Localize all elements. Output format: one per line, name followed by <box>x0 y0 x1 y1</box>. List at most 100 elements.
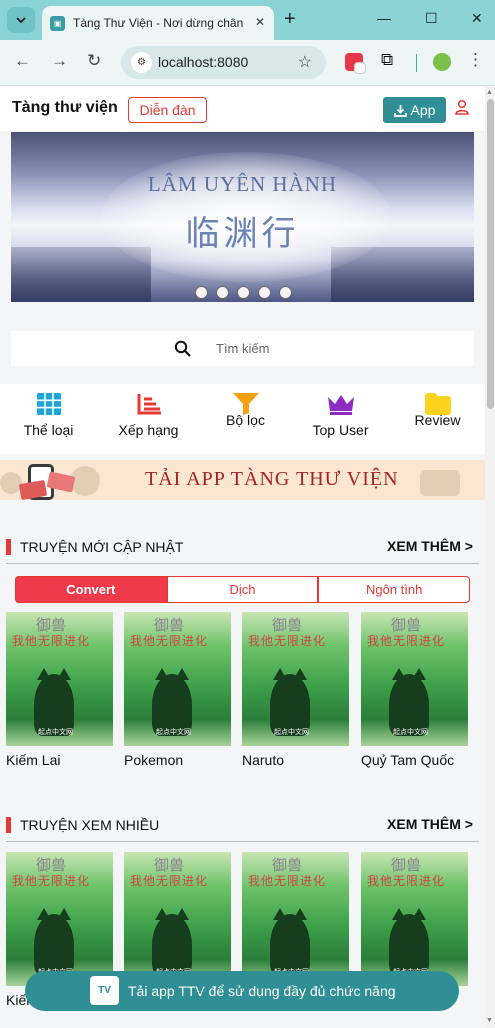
banner-pagination <box>195 286 292 299</box>
grid-icon <box>36 393 61 415</box>
banner-dot[interactable] <box>237 286 250 299</box>
app-promo-banner[interactable]: TẢI APP TÀNG THƯ VIỆN <box>0 460 485 500</box>
extensions-puzzle-icon[interactable]: ⧉ <box>381 50 399 69</box>
tab-translated[interactable]: Dịch <box>166 576 319 603</box>
favicon-icon: ▣ <box>50 15 65 31</box>
promo-decoration <box>420 470 460 496</box>
forum-button[interactable]: Diễn đàn <box>128 97 207 123</box>
see-more-link[interactable]: XEM THÊM > <box>387 538 473 554</box>
book-cover[interactable]: 御兽 我他无限进化 起点中文网 <box>124 612 231 746</box>
address-url: localhost:8080 <box>158 54 249 70</box>
tab-convert[interactable]: Convert <box>15 576 167 603</box>
scroll-thumb[interactable] <box>487 99 494 409</box>
banner-title: LÂM UYÊN HÀNH <box>147 172 338 196</box>
section-header-most-viewed: TRUYỆN XEM NHIỀU XEM THÊM > <box>6 808 479 842</box>
extension-badge-icon <box>354 62 366 74</box>
search-bar <box>11 331 474 366</box>
book-cover[interactable]: 御兽 我他无限进化 起点中文网 <box>6 852 113 986</box>
quicknav-item-review[interactable]: Review <box>389 384 485 454</box>
tab-title: Tàng Thư Viện - Nơi dừng chân <box>73 16 244 30</box>
search-icon[interactable] <box>174 340 191 357</box>
browser-tab[interactable]: ▣ Tàng Thư Viện - Nơi dừng chân ✕ <box>42 6 274 40</box>
crown-icon <box>327 395 354 415</box>
book-card[interactable]: 御兽 我他无限进化 起点中文网 Quỷ Tam Quốc <box>361 612 468 768</box>
browser-tab-bar: ▣ Tàng Thư Viện - Nơi dừng chân ✕ + — ☐ … <box>0 0 495 40</box>
browser-toolbar: ← → ↻ ⚙ localhost:8080 ☆ ⧉ ⋮ <box>0 40 495 86</box>
site-info-icon[interactable]: ⚙ <box>131 52 152 73</box>
banner-subtitle: 临渊行 <box>185 214 300 254</box>
quicknav-label: Top User <box>312 422 369 438</box>
scroll-down-icon[interactable]: ▼ <box>486 1017 493 1024</box>
book-cover[interactable]: 御兽 我他无限进化 起点中文网 <box>361 852 468 986</box>
book-cover[interactable]: 御兽 我他无限进化 起点中文网 <box>242 612 349 746</box>
book-cover[interactable]: 御兽 我他无限进化 起点中文网 <box>361 612 468 746</box>
banner-dot[interactable] <box>279 286 292 299</box>
page-content: Tàng thư viện Diễn đàn App LÂM UYÊN HÀNH… <box>0 87 485 1028</box>
scroll-up-icon[interactable]: ▲ <box>486 89 493 96</box>
new-tab-icon[interactable]: + <box>284 8 296 30</box>
section-title: TRUYỆN MỚI CẬP NHẬT <box>20 539 184 555</box>
app-download-banner[interactable]: TV Tải app TTV để sử dụng đầy đủ chức nă… <box>25 971 459 1011</box>
quick-nav: Thể loại Xếp hạng Bộ lọc Top User Review <box>0 384 485 454</box>
book-title[interactable]: Naruto <box>242 752 349 768</box>
book-cover[interactable]: 御兽 我他无限进化 起点中文网 <box>6 612 113 746</box>
search-input[interactable] <box>216 337 456 359</box>
tab-search-button[interactable] <box>7 7 35 33</box>
app-download-button[interactable]: App <box>383 97 446 123</box>
maximize-icon[interactable]: ☐ <box>425 10 438 27</box>
chevron-down-icon <box>16 17 26 24</box>
browser-menu-icon[interactable]: ⋮ <box>467 50 484 70</box>
banner-dot[interactable] <box>258 286 271 299</box>
book-card[interactable]: 御兽 我他无限进化 起点中文网 Kiếm Lai <box>6 612 113 768</box>
page-scrollbar[interactable]: ▲ ▼ <box>485 87 495 1028</box>
back-icon[interactable]: ← <box>14 51 31 71</box>
book-title[interactable]: Quỷ Tam Quốc <box>361 752 468 768</box>
forward-icon[interactable]: → <box>51 51 68 71</box>
app-button-label: App <box>410 102 436 118</box>
quicknav-item-categories[interactable]: Thể loại <box>0 384 97 454</box>
brand-title[interactable]: Tàng thư viện <box>12 99 118 117</box>
book-title[interactable]: Kiếm Lai <box>6 752 113 768</box>
book-cover[interactable]: 御兽 我他无限进化 起点中文网 <box>124 852 231 986</box>
quicknav-label: Thể loại <box>23 422 74 438</box>
promo-text: TẢI APP TÀNG THƯ VIỆN <box>145 468 399 490</box>
minimize-icon[interactable]: — <box>377 10 391 26</box>
hero-banner[interactable]: LÂM UYÊN HÀNH 临渊行 <box>11 132 474 302</box>
genre-tabs: Convert Dịch Ngôn tình <box>15 576 471 603</box>
banner-dot[interactable] <box>195 286 208 299</box>
quicknav-label: Xếp hạng <box>118 422 179 438</box>
bookmark-star-icon[interactable]: ☆ <box>298 52 312 72</box>
ranking-chart-icon <box>137 394 161 415</box>
book-card[interactable]: 御兽 我他无限进化 起点中文网 Naruto <box>242 612 349 768</box>
user-icon[interactable] <box>455 99 469 120</box>
site-header: Tàng thư viện Diễn đàn App <box>0 87 485 131</box>
ttv-logo-icon: TV <box>90 976 119 1005</box>
book-cover[interactable]: 御兽 我他无限进化 起点中文网 <box>242 852 349 986</box>
address-bar[interactable]: ⚙ localhost:8080 ☆ <box>121 46 326 79</box>
close-tab-icon[interactable]: ✕ <box>255 15 265 29</box>
book-card[interactable]: 御兽 我他无限进化 起点中文网 <box>242 852 349 986</box>
tab-romance[interactable]: Ngôn tình <box>318 576 471 603</box>
quicknav-label: Review <box>414 412 461 428</box>
section-accent-bar <box>6 817 11 833</box>
app-banner-text: Tải app TTV để sử dụng đầy đủ chức năng <box>128 983 396 999</box>
section-title: TRUYỆN XEM NHIỀU <box>20 817 160 833</box>
book-card[interactable]: 御兽 我他无限进化 起点中文网 <box>361 852 468 986</box>
quicknav-item-top-user[interactable]: Top User <box>292 384 389 454</box>
promo-decoration <box>0 472 22 494</box>
banner-dot[interactable] <box>216 286 229 299</box>
book-card[interactable]: 御兽 我他无限进化 起点中文网 <box>124 852 231 986</box>
quicknav-item-ranking[interactable]: Xếp hạng <box>100 384 197 454</box>
book-card[interactable]: 御兽 我他无限进化 起点中文网 Pokemon <box>124 612 231 768</box>
section-header-new-updates: TRUYỆN MỚI CẬP NHẬT XEM THÊM > <box>6 530 479 564</box>
quicknav-label: Bộ lọc <box>226 412 265 428</box>
reload-icon[interactable]: ↻ <box>87 51 101 71</box>
see-more-link[interactable]: XEM THÊM > <box>387 816 473 832</box>
window-close-icon[interactable]: ✕ <box>471 10 483 27</box>
quicknav-item-filter[interactable]: Bộ lọc <box>197 384 294 454</box>
profile-avatar-icon[interactable] <box>433 53 451 71</box>
download-icon <box>393 104 407 117</box>
section-accent-bar <box>6 539 11 555</box>
toolbar-divider <box>416 54 417 72</box>
book-title[interactable]: Pokemon <box>124 752 231 768</box>
